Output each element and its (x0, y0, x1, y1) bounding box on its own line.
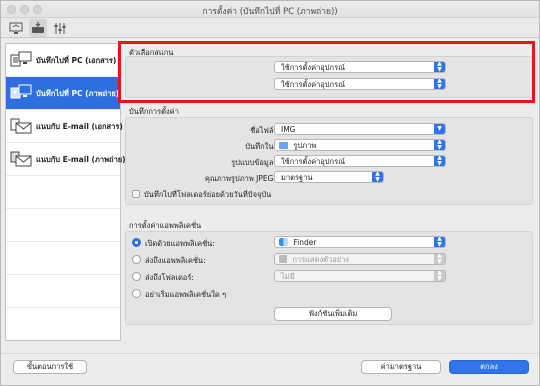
chevron-updown-icon: ▲ ▼ (434, 62, 445, 72)
save-to-pc-photo-icon (10, 84, 32, 99)
data-format-label: รูปแบบข้อมูล: (231, 158, 276, 167)
ok-button[interactable]: ตกลง (449, 360, 529, 374)
sidebar-item-label: แนบกับ E-mail (เอกสาร) (36, 122, 123, 131)
chevron-updown-icon: ▲ ▼ (372, 172, 383, 182)
email-photo-icon (10, 151, 32, 167)
send-to-folder-label: ส่งถึงโฟลเดอร์: (145, 273, 194, 282)
open-with-label: เปิดด้วยแอพพลิเคชั่น: (145, 239, 215, 248)
jpeg-quality-label: คุณภาพรูปภาพ JPEG: (204, 174, 276, 183)
paper-size-select[interactable]: ใช้การตั้งค่าอุปกรณ์ ▲ ▼ (274, 61, 446, 73)
save-in-label: บันทึกใน: (245, 142, 276, 151)
folder-icon (279, 142, 288, 149)
instructions-button[interactable]: ขั้นตอนการใช้ (13, 360, 87, 374)
email-document-icon (10, 118, 32, 134)
preview-icon (279, 255, 287, 263)
sidebar-item-email-document[interactable]: แนบกับ E-mail (เอกสาร) (6, 110, 123, 142)
finder-icon (279, 238, 288, 246)
window-title: การตั้งค่า (บันทึกไปที่ PC (ภาพถ่าย)) (202, 7, 338, 17)
sidebar-item-save-pc-photo[interactable]: บันทึกไปที่ PC (ภาพถ่าย) (6, 77, 120, 109)
sidebar-item-label: บันทึกไปที่ PC (เอกสาร) (36, 56, 117, 65)
filename-label: ชื่อไฟล์: (250, 126, 276, 135)
sidebar-item-label: บันทึกไปที่ PC (ภาพถ่าย) (36, 89, 120, 98)
do-not-start-label: อย่าเริ่มแอพพลิเคชั่นใด ๆ (145, 290, 227, 299)
send-to-app-label: ส่งถึงแอพพลิเคชั่น: (145, 256, 206, 265)
open-with-radio[interactable] (132, 238, 141, 247)
save-to-pc-document-icon (10, 51, 32, 67)
chevron-updown-icon: ▲ ▼ (434, 140, 445, 150)
send-to-folder-radio[interactable] (132, 272, 141, 281)
open-with-select[interactable]: Finder ▲ ▼ (274, 236, 446, 248)
tab-scan-from-panel[interactable] (29, 19, 47, 37)
app-settings-group: เปิดด้วยแอพพลิเคชั่น: Finder ▲ ▼ ส่งถึงแอ… (125, 231, 533, 325)
subfolder-checkbox[interactable] (132, 190, 140, 198)
send-to-app-select[interactable]: การแสดงตัวอย่าง ▲ ▼ (274, 253, 446, 265)
tab-general-settings[interactable] (51, 19, 69, 37)
sidebar-item-label: แนบกับ E-mail (ภาพถ่าย) (36, 155, 126, 164)
defaults-button[interactable]: ค่ามาตรฐาน (361, 360, 441, 374)
scan-options-group: ขนาดกระดาษ: ใช้การตั้งค่าอุปกรณ์ ▲▼ ความ… (125, 56, 533, 98)
scan-type-list: บันทึกไปที่ PC (เอกสาร) บันทึกไปที่ PC (… (5, 43, 126, 341)
toolbar (1, 18, 539, 38)
data-format-select[interactable]: ใช้การตั้งค่าอุปกรณ์ ▲ ▼ (274, 155, 446, 167)
save-settings-group: ชื่อไฟล์: IMG ▼ บันทึกใน: รูปภาพ ▲ ▼ รูปแ… (125, 117, 533, 205)
scanner-icon (32, 21, 44, 33)
scan-to-pc-icon (9, 22, 23, 34)
chevron-updown-icon: ▲ ▼ (434, 237, 445, 247)
more-functions-button[interactable]: ฟังก์ชันเพิ่มเติม (274, 307, 392, 321)
chevron-updown-icon: ▲ ▼ (434, 156, 445, 166)
general-settings-icon (54, 22, 66, 34)
jpeg-quality-select[interactable]: มาตรฐาน ▲ ▼ (274, 171, 384, 183)
subfolder-checkbox-label: บันทึกไปที่โฟลเดอร์ย่อยด้วยวันที่ปัจจุบั… (144, 190, 272, 199)
chevron-updown-icon: ▲ ▼ (434, 271, 445, 281)
chevron-down-icon: ▼ (434, 124, 445, 134)
settings-window: การตั้งค่า (บันทึกไปที่ PC (ภาพถ่าย)) บั… (0, 0, 540, 386)
chevron-updown-icon: ▲ ▼ (434, 254, 445, 264)
filename-combo[interactable]: IMG ▼ (274, 123, 446, 135)
send-to-app-radio[interactable] (132, 255, 141, 264)
chevron-updown-icon: ▲ ▼ (434, 79, 445, 89)
sidebar-item-email-photo[interactable]: แนบกับ E-mail (ภาพถ่าย) (6, 143, 126, 175)
send-to-folder-select[interactable]: ไม่มี ▲ ▼ (274, 270, 446, 282)
resolution-select[interactable]: ใช้การตั้งค่าอุปกรณ์ ▲ ▼ (274, 78, 446, 90)
footer-divider (1, 353, 539, 354)
title-bar: การตั้งค่า (บันทึกไปที่ PC (ภาพถ่าย)) (1, 1, 539, 18)
do-not-start-radio[interactable] (132, 289, 141, 298)
tab-scan-from-computer[interactable] (7, 19, 25, 37)
sidebar-item-save-pc-document[interactable]: บันทึกไปที่ PC (เอกสาร) (6, 44, 120, 76)
save-in-select[interactable]: รูปภาพ ▲ ▼ (274, 139, 446, 151)
